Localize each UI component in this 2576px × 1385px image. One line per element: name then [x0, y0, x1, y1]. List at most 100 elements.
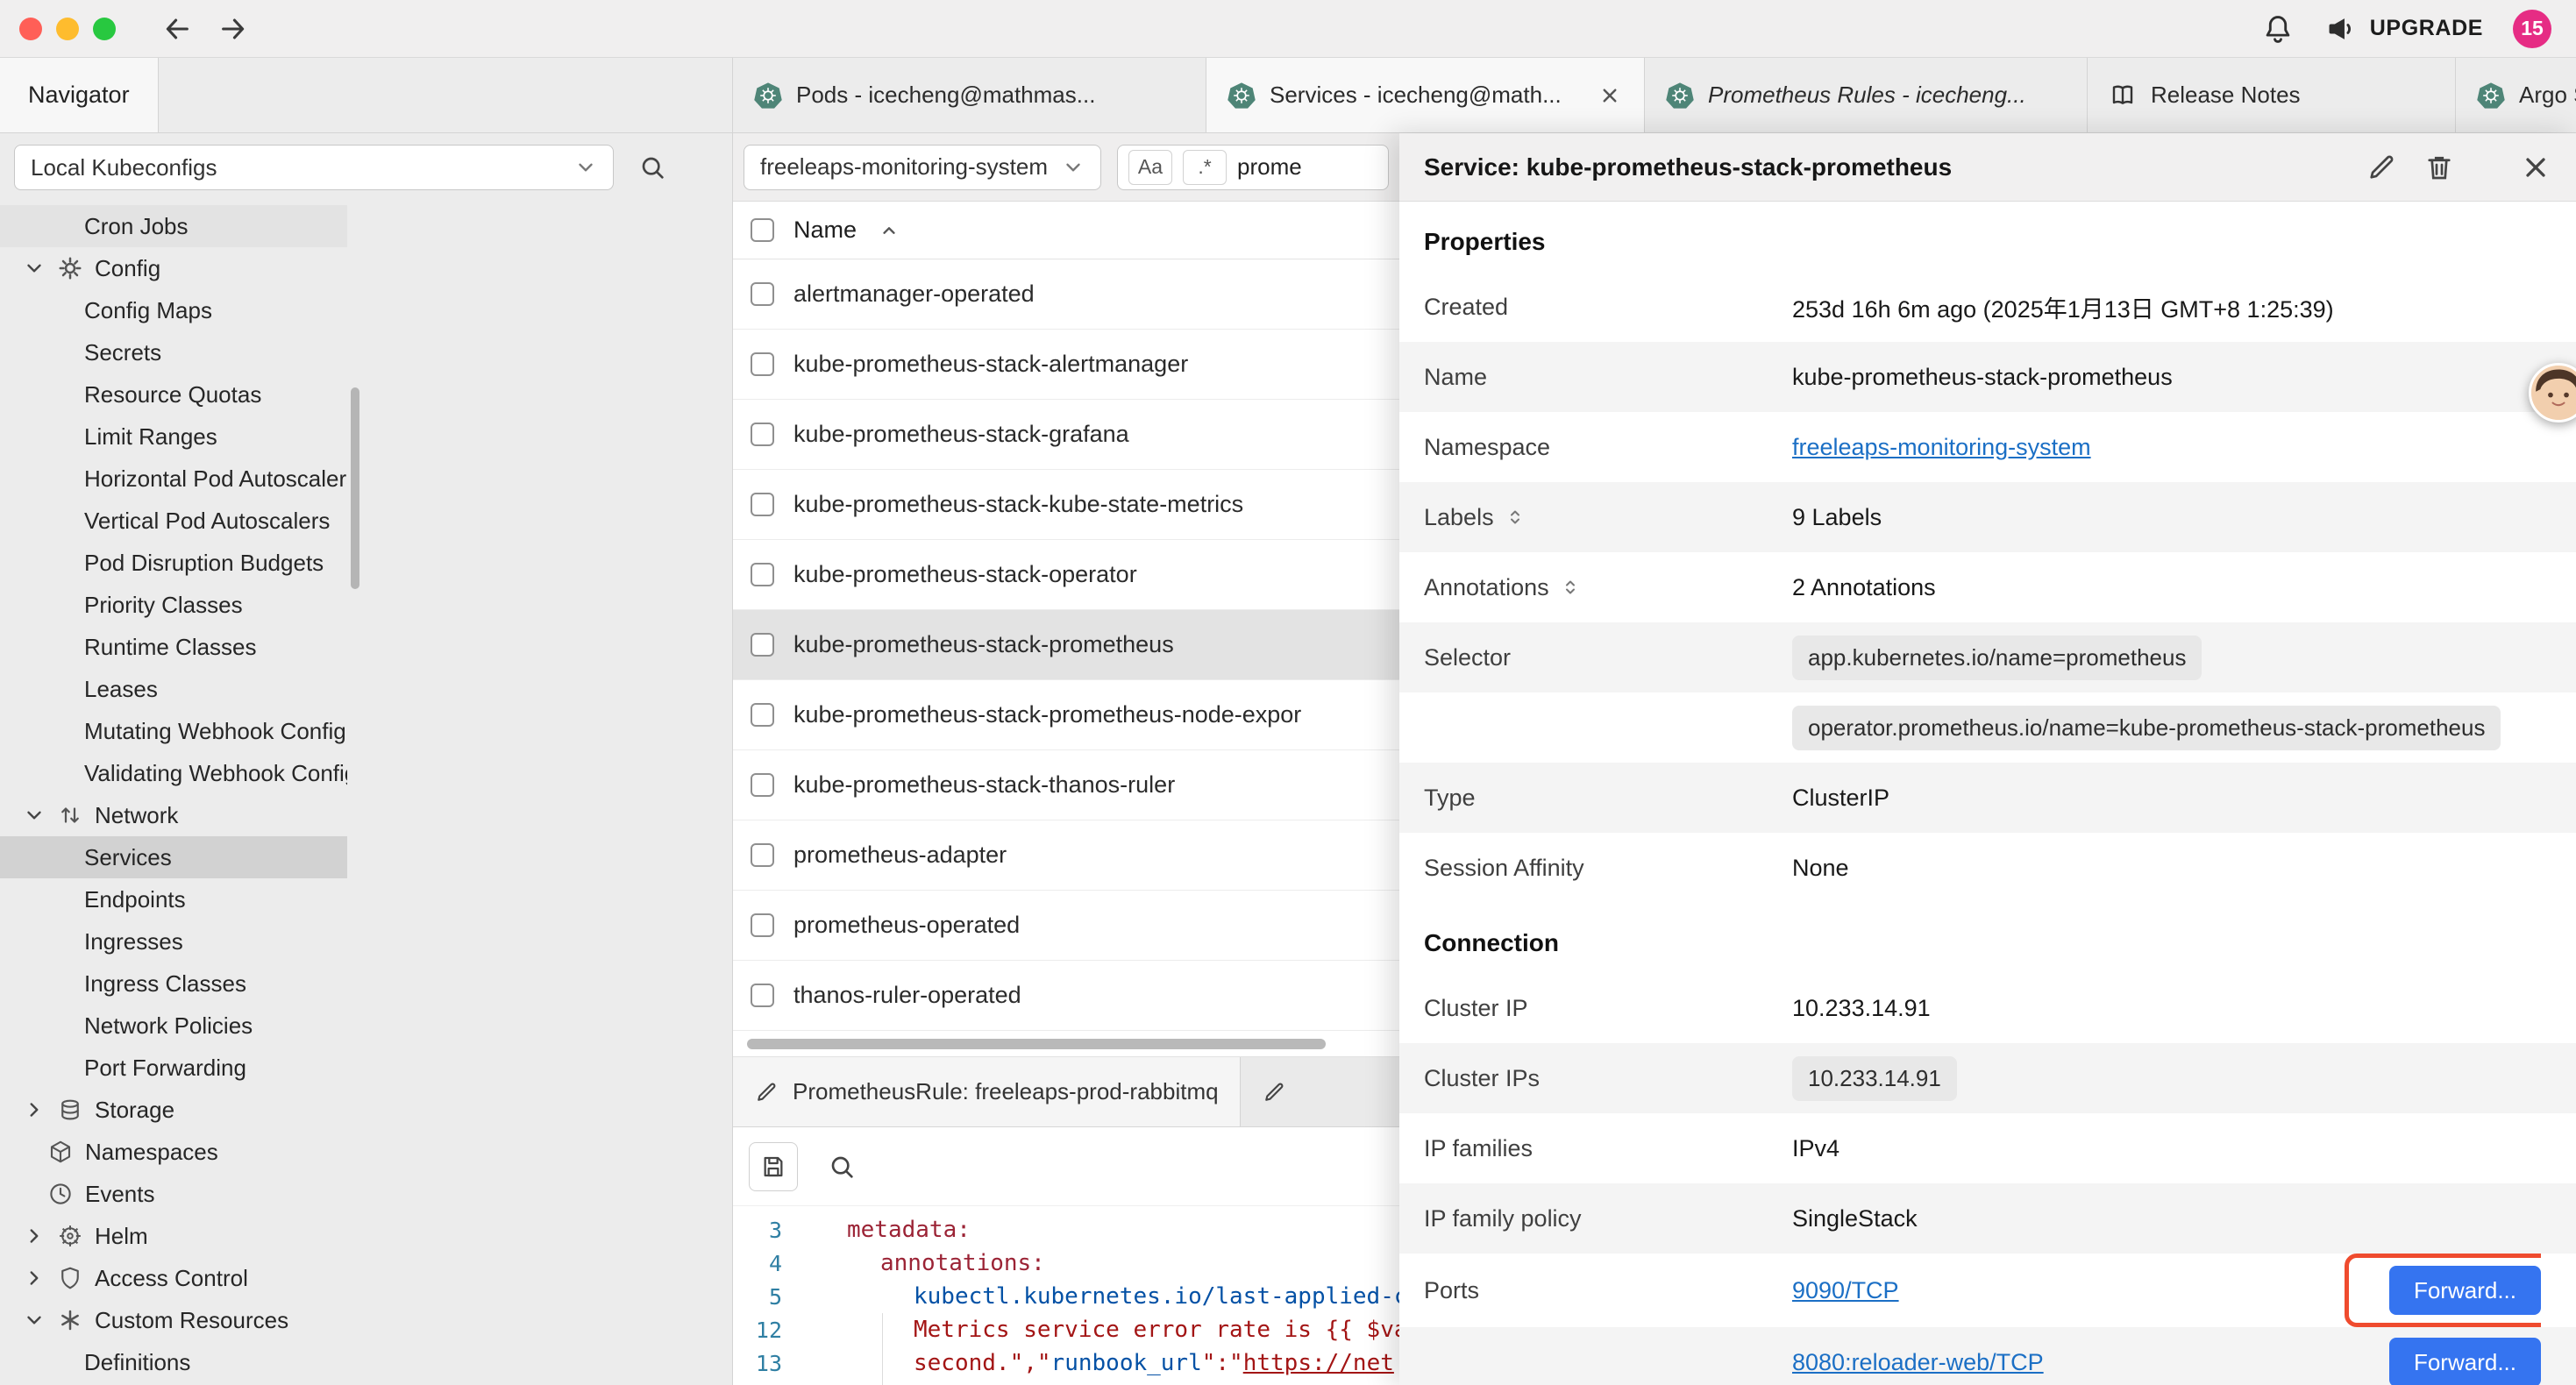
navigator-item-mutating-webhook-configurations[interactable]: Mutating Webhook Configurations	[0, 710, 347, 752]
table-row-kube-prometheus-stack-grafana[interactable]: kube-prometheus-stack-grafana	[733, 400, 1399, 470]
table-row-alertmanager-operated[interactable]: alertmanager-operated	[733, 259, 1399, 330]
row-checkbox[interactable]	[751, 843, 774, 867]
port-link[interactable]: 8080:reloader-web/TCP	[1792, 1349, 2044, 1376]
namespace-link[interactable]: freeleaps-monitoring-system	[1792, 434, 2091, 461]
table-row-kube-prometheus-stack-alertmanager[interactable]: kube-prometheus-stack-alertmanager	[733, 330, 1399, 400]
tab-services-icecheng-math[interactable]: Services - icecheng@math...	[1206, 58, 1645, 132]
table-row-kube-prometheus-stack-prometheus-node-expor[interactable]: kube-prometheus-stack-prometheus-node-ex…	[733, 680, 1399, 750]
tab-label: Release Notes	[2151, 82, 2434, 109]
table-row-kube-prometheus-stack-thanos-ruler[interactable]: kube-prometheus-stack-thanos-ruler	[733, 750, 1399, 820]
sort-arrows-icon[interactable]	[1560, 574, 1581, 600]
navigator-item-events[interactable]: Events	[0, 1173, 347, 1215]
tab-prometheus-rules-icecheng[interactable]: Prometheus Rules - icecheng...	[1645, 58, 2088, 132]
navigator-item-endpoints[interactable]: Endpoints	[0, 878, 347, 920]
tab-argo-se[interactable]: Argo Se	[2456, 58, 2576, 132]
navigator-item-secrets[interactable]: Secrets	[0, 331, 347, 373]
port-link[interactable]: 9090/TCP	[1792, 1277, 1899, 1304]
forward-button[interactable]: Forward...	[2389, 1266, 2541, 1315]
table-row-kube-prometheus-stack-kube-state-metrics[interactable]: kube-prometheus-stack-kube-state-metrics	[733, 470, 1399, 540]
sort-ascending-icon[interactable]	[878, 219, 900, 242]
sort-arrows-icon[interactable]	[1505, 504, 1526, 530]
regex-toggle[interactable]: .*	[1183, 150, 1227, 185]
minimize-window-button[interactable]	[56, 18, 79, 40]
editor-tab-partial[interactable]	[1241, 1057, 1399, 1126]
navigator-item-cron-jobs[interactable]: Cron Jobs	[0, 205, 347, 247]
row-checkbox[interactable]	[751, 703, 774, 727]
edit-button[interactable]	[2366, 152, 2397, 183]
close-tab-icon[interactable]	[1597, 82, 1623, 109]
navigator-scrollbar[interactable]	[351, 387, 359, 589]
navigator-item-definitions[interactable]: Definitions	[0, 1341, 347, 1383]
close-window-button[interactable]	[19, 18, 42, 40]
row-checkbox[interactable]	[751, 773, 774, 797]
bell-icon[interactable]	[2261, 12, 2295, 46]
editor-tab-prometheusrule[interactable]: PrometheusRule: freeleaps-prod-rabbitmq	[733, 1057, 1241, 1126]
navigator-item-limit-ranges[interactable]: Limit Ranges	[0, 416, 347, 458]
row-checkbox[interactable]	[751, 282, 774, 306]
row-checkbox[interactable]	[751, 984, 774, 1007]
pencil-icon	[2366, 152, 2397, 183]
navigator-item-namespaces[interactable]: Namespaces	[0, 1131, 347, 1173]
table-row-kube-prometheus-stack-prometheus[interactable]: kube-prometheus-stack-prometheus	[733, 610, 1399, 680]
namespace-select[interactable]: freeleaps-monitoring-system	[744, 145, 1101, 190]
navigator-item-resource-quotas[interactable]: Resource Quotas	[0, 373, 347, 416]
service-name: thanos-ruler-operated	[793, 982, 1021, 1009]
navigator-item-network-policies[interactable]: Network Policies	[0, 1005, 347, 1047]
navigator-item-ingresses[interactable]: Ingresses	[0, 920, 347, 962]
detail-label: Ports	[1424, 1277, 1792, 1304]
detail-label-text: Cluster IP	[1424, 995, 1528, 1022]
row-checkbox[interactable]	[751, 913, 774, 937]
row-checkbox[interactable]	[751, 633, 774, 657]
chevron-right-icon	[23, 1225, 46, 1247]
chevron-right-icon	[23, 1098, 46, 1121]
navigator-item-helm[interactable]: Helm	[0, 1215, 347, 1257]
row-checkbox[interactable]	[751, 423, 774, 446]
detail-label: Type	[1424, 785, 1792, 812]
select-all-checkbox[interactable]	[751, 218, 774, 242]
close-drawer-button[interactable]	[2520, 152, 2551, 183]
zoom-window-button[interactable]	[93, 18, 116, 40]
yaml-editor[interactable]: 3metadata:4annotations:5kubectl.kubernet…	[733, 1206, 1399, 1385]
navigator-item-storage[interactable]: Storage	[0, 1089, 347, 1131]
tab-release-notes[interactable]: Release Notes	[2088, 58, 2456, 132]
editor-search-button[interactable]	[817, 1142, 866, 1191]
navigator-item-validating-webhook-configurations[interactable]: Validating Webhook Configurations	[0, 752, 347, 794]
navigator-item-leases[interactable]: Leases	[0, 668, 347, 710]
table-row-prometheus-adapter[interactable]: prometheus-adapter	[733, 820, 1399, 891]
match-case-toggle[interactable]: Aa	[1128, 150, 1172, 185]
tab-pods-icecheng-mathmas[interactable]: Pods - icecheng@mathmas...	[733, 58, 1206, 132]
delete-button[interactable]	[2423, 152, 2455, 183]
horizontal-scrollbar[interactable]	[747, 1039, 1326, 1049]
row-checkbox[interactable]	[751, 352, 774, 376]
navigator-item-runtime-classes[interactable]: Runtime Classes	[0, 626, 347, 668]
table-row-kube-prometheus-stack-operator[interactable]: kube-prometheus-stack-operator	[733, 540, 1399, 610]
forward-button[interactable]: Forward...	[2389, 1338, 2541, 1385]
navigator-item-horizontal-pod-autoscalers[interactable]: Horizontal Pod Autoscalers	[0, 458, 347, 500]
table-row-prometheus-operated[interactable]: prometheus-operated	[733, 891, 1399, 961]
back-button[interactable]	[158, 10, 196, 48]
detail-label-text: Cluster IPs	[1424, 1065, 1540, 1092]
save-button[interactable]	[749, 1142, 798, 1191]
navigator-item-access-control[interactable]: Access Control	[0, 1257, 347, 1299]
navigator-item-label: Endpoints	[84, 886, 186, 913]
navigator-item-services[interactable]: Services	[0, 836, 347, 878]
upgrade-button[interactable]: UPGRADE	[2324, 12, 2483, 46]
navigator-item-config-maps[interactable]: Config Maps	[0, 289, 347, 331]
navigator-item-network[interactable]: Network	[0, 794, 347, 836]
navigator-item-custom-resources[interactable]: Custom Resources	[0, 1299, 347, 1341]
name-column-header[interactable]: Name	[793, 217, 857, 244]
navigator-item-config[interactable]: Config	[0, 247, 347, 289]
navigator-search-button[interactable]	[630, 145, 675, 190]
row-checkbox[interactable]	[751, 493, 774, 516]
navigator-item-priority-classes[interactable]: Priority Classes	[0, 584, 347, 626]
notification-badge[interactable]: 15	[2513, 10, 2551, 48]
forward-button[interactable]	[214, 10, 253, 48]
kubeconfig-select[interactable]: Local Kubeconfigs	[14, 145, 614, 190]
navigator-item-pod-disruption-budgets[interactable]: Pod Disruption Budgets	[0, 542, 347, 584]
search-input[interactable]: Aa .* prome	[1117, 145, 1389, 190]
navigator-item-port-forwarding[interactable]: Port Forwarding	[0, 1047, 347, 1089]
row-checkbox[interactable]	[751, 563, 774, 586]
navigator-item-vertical-pod-autoscalers[interactable]: Vertical Pod Autoscalers	[0, 500, 347, 542]
navigator-item-ingress-classes[interactable]: Ingress Classes	[0, 962, 347, 1005]
table-row-thanos-ruler-operated[interactable]: thanos-ruler-operated	[733, 961, 1399, 1031]
